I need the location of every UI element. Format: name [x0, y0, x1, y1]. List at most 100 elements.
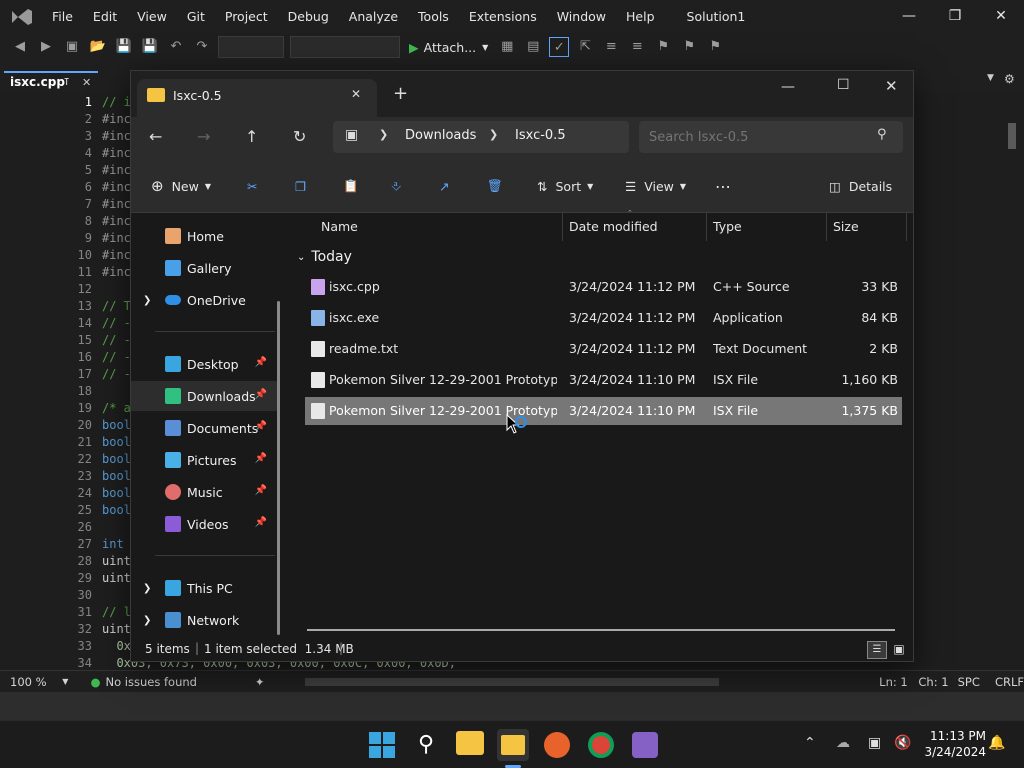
code-line[interactable]: /* a: [102, 401, 131, 415]
tiles-view-icon[interactable]: ▣: [891, 641, 907, 659]
nav-scrollbar[interactable]: [277, 301, 280, 635]
firefox-app-icon[interactable]: [541, 729, 573, 761]
vs-minimize-button[interactable]: —: [886, 0, 932, 33]
code-line[interactable]: #inc: [102, 214, 131, 228]
menu-help[interactable]: Help: [616, 0, 665, 33]
code-line[interactable]: uint: [102, 622, 131, 636]
back-navigate-icon[interactable]: ◀: [10, 37, 30, 57]
tab-overflow-icon[interactable]: ▼: [987, 73, 994, 83]
chevron-right-icon[interactable]: ❯: [131, 583, 165, 594]
pin-icon[interactable]: 📌: [255, 421, 267, 432]
code-line[interactable]: bool: [102, 435, 131, 449]
file-row[interactable]: Pokemon Silver 12-29-2001 Prototype 2 (.…: [305, 397, 902, 425]
pin-icon[interactable]: 📌: [255, 453, 267, 464]
explorer-minimize-button[interactable]: —: [781, 79, 795, 95]
file-row[interactable]: isxc.cpp 3/24/2024 11:12 PM C++ Source 33 K…: [305, 273, 902, 301]
up-arrow-icon[interactable]: ↑: [245, 127, 258, 146]
new-tab-icon[interactable]: +: [393, 83, 408, 104]
visual-studio-app-icon[interactable]: [629, 729, 661, 761]
pin-icon[interactable]: 📌: [255, 357, 267, 368]
nav-item-music[interactable]: Music 📌: [131, 477, 279, 507]
copy-button[interactable]: ❐: [295, 175, 306, 197]
nav-item-documents[interactable]: Documents 📌: [131, 413, 279, 443]
code-line[interactable]: // T: [102, 299, 131, 313]
nav-item-gallery[interactable]: Gallery: [131, 253, 279, 283]
nav-item-downloads[interactable]: Downloads 📌: [131, 381, 279, 411]
search-taskbar-icon[interactable]: ⚲: [410, 729, 442, 761]
issues-status[interactable]: No issues found: [106, 675, 255, 689]
cursor-icon[interactable]: ⇱: [575, 37, 595, 57]
save-all-icon[interactable]: 💾: [140, 37, 160, 57]
column-separator[interactable]: [826, 213, 827, 241]
chevron-right-icon[interactable]: ❯: [131, 295, 165, 306]
details-view-icon[interactable]: ☰: [867, 641, 887, 659]
editor-hscrollbar[interactable]: [304, 677, 720, 686]
code-line[interactable]: #inc: [102, 231, 131, 245]
code-line[interactable]: // -: [102, 316, 131, 330]
refresh-icon[interactable]: ↻: [293, 127, 306, 146]
group-header-today[interactable]: ⌄ Today: [297, 245, 352, 269]
split-icon[interactable]: ⚙: [1004, 72, 1015, 86]
breadcrumb[interactable]: ▣ ❯ Downloads ❯ Isxc-0.5: [333, 121, 629, 153]
code-line[interactable]: // -: [102, 333, 131, 347]
code-line[interactable]: // l: [102, 605, 131, 619]
line-ending[interactable]: CRLF: [995, 675, 1024, 689]
column-size[interactable]: Size: [833, 213, 859, 241]
explorer-tab[interactable]: Isxc-0.5 ✕: [137, 79, 377, 117]
file-explorer-app-icon[interactable]: [497, 729, 529, 768]
nav-item-videos[interactable]: Videos 📌: [131, 509, 279, 539]
cloud-offline-icon[interactable]: ☁: [836, 735, 850, 751]
delete-button[interactable]: 🗑: [487, 175, 503, 197]
code-line[interactable]: #inc: [102, 112, 131, 126]
code-line[interactable]: #inc: [102, 265, 131, 279]
menu-tools[interactable]: Tools: [408, 0, 459, 33]
undo-icon[interactable]: ↶: [166, 37, 186, 57]
bookmark-next-icon[interactable]: ⚑: [705, 37, 725, 57]
sort-button[interactable]: ⇅ Sort ▼: [537, 175, 593, 197]
details-button[interactable]: ◫ Details: [829, 175, 892, 197]
back-arrow-icon[interactable]: ←: [149, 127, 162, 146]
column-separator[interactable]: [562, 213, 563, 241]
editor-tab-isxc[interactable]: isxc.cpp ⊺ ✕: [4, 71, 98, 93]
breadcrumb-isxc[interactable]: Isxc-0.5: [515, 128, 566, 143]
search-box[interactable]: ⚲: [639, 121, 903, 153]
search-input[interactable]: [649, 126, 869, 148]
menu-analyze[interactable]: Analyze: [339, 0, 408, 33]
code-line[interactable]: uint: [102, 554, 131, 568]
menu-debug[interactable]: Debug: [278, 0, 339, 33]
column-date[interactable]: Date modified: [569, 213, 658, 241]
close-tab-icon[interactable]: ✕: [82, 73, 91, 92]
vs-preview-app-icon[interactable]: [454, 729, 486, 761]
zoom-level[interactable]: 100 %: [10, 675, 62, 689]
tool-icon[interactable]: ▦: [497, 37, 517, 57]
view-button[interactable]: ☰ View ▼: [625, 175, 686, 197]
column-separator[interactable]: [706, 213, 707, 241]
spacing-mode[interactable]: SPC: [958, 675, 995, 689]
menu-extensions[interactable]: Extensions: [459, 0, 547, 33]
code-line[interactable]: #inc: [102, 163, 131, 177]
column-separator[interactable]: [906, 213, 907, 241]
file-row[interactable]: isxc.exe 3/24/2024 11:12 PM Application 84 …: [305, 304, 902, 332]
pin-icon[interactable]: ⊺: [64, 73, 69, 92]
column-name[interactable]: Name: [321, 213, 358, 241]
layout-icon[interactable]: ▤: [523, 37, 543, 57]
code-line[interactable]: bool: [102, 503, 131, 517]
save-icon[interactable]: 💾: [114, 37, 134, 57]
code-line[interactable]: bool: [102, 418, 131, 432]
more-options-button[interactable]: ⋯: [715, 175, 731, 197]
bookmark-prev-icon[interactable]: ⚑: [679, 37, 699, 57]
notification-bell-icon[interactable]: 🔔: [988, 735, 1005, 751]
menu-view[interactable]: View: [127, 0, 177, 33]
forward-navigate-icon[interactable]: ▶: [36, 37, 56, 57]
vs-close-button[interactable]: ✕: [978, 0, 1024, 33]
start-button[interactable]: [366, 729, 398, 761]
menu-project[interactable]: Project: [215, 0, 278, 33]
nav-item-thispc[interactable]: ❯ This PC: [131, 573, 279, 603]
nav-item-onedrive[interactable]: ❯ OneDrive: [131, 285, 279, 315]
outdent-icon[interactable]: ≡: [627, 37, 647, 57]
bookmark-icon[interactable]: ⚑: [653, 37, 673, 57]
redo-icon[interactable]: ↷: [192, 37, 212, 57]
vs-restore-button[interactable]: ❐: [932, 0, 978, 33]
new-button[interactable]: ⊕ New ▼: [151, 175, 211, 197]
explorer-maximize-button[interactable]: ☐: [837, 77, 850, 93]
